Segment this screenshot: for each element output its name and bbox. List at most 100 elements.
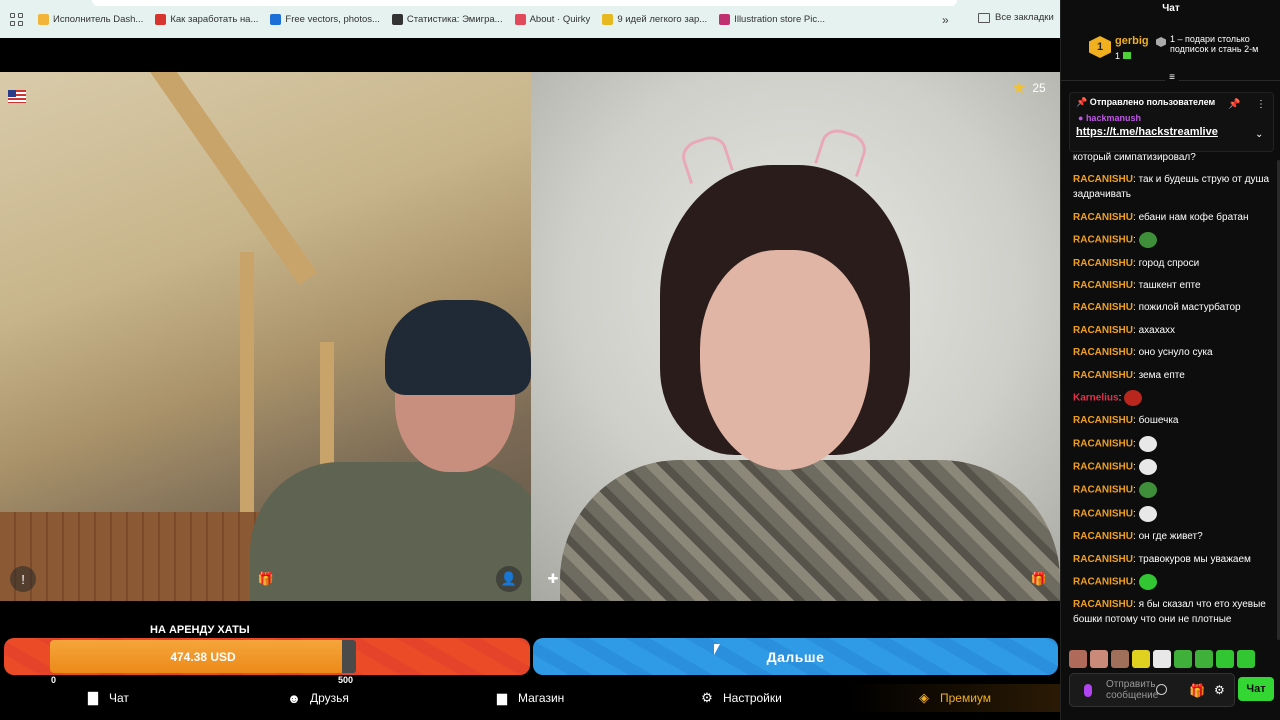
pinned-header-text: Отправлено пользователем [1089,97,1216,107]
bookmark-item[interactable]: About · Quirky [514,13,591,25]
bookmark-item[interactable]: Как заработать на... [155,13,258,25]
gift-icon-left[interactable]: 🎁 [253,566,279,592]
message-author[interactable]: RACANISHU [1073,462,1133,473]
message-author[interactable]: RACANISHU [1073,258,1133,269]
emote-icon [1138,505,1157,522]
bookmark-item[interactable]: Исполнитель Dash... [38,13,143,25]
message-author[interactable]: RACANISHU [1073,531,1133,542]
message-author[interactable]: RACANISHU [1073,235,1133,246]
message-author[interactable]: RACANISHU [1073,280,1133,291]
chat-message: который симпатизировал? [1073,150,1273,165]
nav-friends[interactable]: ☻ Друзья [286,690,349,706]
message-author[interactable]: RACANISHU [1073,370,1133,381]
message-text: травокуров мы уважаем [1138,553,1251,565]
emote-icon [1124,389,1143,406]
gift-icon-right[interactable]: 🎁 [1026,566,1052,592]
send-button[interactable]: Чат [1238,677,1274,701]
chat-message: RACANISHU: он где живет? [1073,529,1273,544]
message-author[interactable]: RACANISHU [1073,485,1133,496]
pinned-user[interactable]: ● hackmanush [1078,113,1141,123]
emote-shortcut-icon[interactable] [1237,650,1255,668]
bookmark-favicon-icon [514,13,526,25]
emote-shortcut-icon[interactable] [1090,650,1108,668]
bookmark-label: Free vectors, photos... [285,13,380,25]
nav-shop-label: Магазин [518,691,565,705]
chat-message: RACANISHU: оно уснуло сука [1073,345,1273,360]
chat-message: RACANISHU: травокуров мы уважаем [1073,552,1273,567]
pin-icon[interactable]: 📌 [1228,99,1240,110]
bookmark-item[interactable]: Статистика: Эмигра... [391,13,503,25]
star-icon: ★ [1012,80,1027,97]
message-author[interactable]: RACANISHU [1073,325,1133,336]
profile-icon[interactable]: 👤 [496,566,522,592]
message-separator: : [1133,234,1139,246]
message-author[interactable]: RACANISHU [1073,554,1133,565]
more-bookmarks-icon[interactable]: » [942,13,949,27]
message-author[interactable]: Karnelius [1073,393,1119,404]
gift-box-icon[interactable]: 🎁 [1189,683,1205,699]
more-options-icon[interactable]: ⋮ [1256,99,1266,110]
message-author[interactable]: RACANISHU [1073,509,1133,520]
message-author[interactable]: RACANISHU [1073,302,1133,313]
next-button[interactable]: Дальше [533,638,1058,675]
emoji-icon[interactable] [1156,684,1167,695]
all-bookmarks-button[interactable]: Все закладки [978,12,1054,23]
emote-bar [1069,650,1255,668]
chat-settings-icon[interactable]: ⚙ [1214,683,1225,697]
chat-message: Karnelius: [1073,389,1273,406]
address-bar-edge[interactable] [92,0,957,6]
stars-count: 25 [1032,81,1046,95]
pinned-link[interactable]: https://t.me/hackstreamlive [1076,126,1218,138]
top-user-name[interactable]: gerbig [1115,35,1149,47]
top-user-level: 1 [1115,51,1132,61]
goal-amount: 474.38 USD [170,649,236,664]
pinned-message: 📌 Отправлено пользователем ● hackmanush … [1069,92,1274,152]
chevron-down-icon[interactable]: ⌄ [1255,129,1263,140]
nav-premium[interactable]: ◈ Премиум [916,690,991,706]
emote-shortcut-icon[interactable] [1216,650,1234,668]
chat-message: RACANISHU: [1073,505,1273,522]
message-author[interactable]: RACANISHU [1073,577,1133,588]
apps-grid-icon[interactable] [8,11,24,27]
bookmark-item[interactable]: 9 идей легкого зар... [602,13,707,25]
games-icon[interactable]: ✚ [540,566,566,592]
message-author[interactable]: RACANISHU [1073,347,1133,358]
emote-shortcut-icon[interactable] [1132,650,1150,668]
message-text: зема епте [1138,369,1185,381]
message-author[interactable]: RACANISHU [1073,174,1133,185]
message-author[interactable]: RACANISHU [1073,415,1133,426]
message-text: ебани нам кофе братан [1138,211,1249,223]
bookmark-label: About · Quirky [529,13,591,25]
bookmark-item[interactable]: Illustration store Pic... [719,13,825,25]
nav-chat[interactable]: ▇ Чат [85,690,129,706]
message-author[interactable]: RACANISHU [1073,212,1133,223]
message-text: он где живет? [1138,531,1203,543]
emote-shortcut-icon[interactable] [1174,650,1192,668]
report-icon[interactable]: ! [10,566,36,592]
emote-shortcut-icon[interactable] [1069,650,1087,668]
filter-icon[interactable]: ≡ [1165,73,1179,83]
rank-badge: 1 [1089,36,1111,58]
partner-video-right [531,72,1060,601]
bookmark-item[interactable]: Free vectors, photos... [270,13,380,25]
nav-settings[interactable]: ⚙ Настройки [699,690,782,706]
chat-message: RACANISHU: я бы сказал что ето хуевые бо… [1073,597,1273,627]
nav-shop[interactable]: ▆ Магазин [494,690,564,706]
emote-icon [1138,482,1157,499]
top-user-level-value: 1 [1115,51,1121,61]
stars-counter: ★ 25 [1012,78,1046,98]
chat-message: RACANISHU: город спроси [1073,256,1273,271]
us-flag-icon [8,90,26,103]
microphone-icon[interactable] [1084,684,1092,697]
emote-shortcut-icon[interactable] [1195,650,1213,668]
chat-input[interactable]: Отправить сообщение [1069,673,1235,707]
message-author[interactable]: RACANISHU [1073,599,1133,610]
emote-shortcut-icon[interactable] [1111,650,1129,668]
message-author[interactable]: RACANISHU [1073,438,1133,449]
gear-icon: ⚙ [701,690,713,705]
emote-shortcut-icon[interactable] [1153,650,1171,668]
all-bookmarks-label: Все закладки [995,12,1054,23]
chat-message: RACANISHU: [1073,232,1273,249]
shopping-bag-icon: ▆ [497,690,507,705]
message-separator: : [1133,438,1139,450]
